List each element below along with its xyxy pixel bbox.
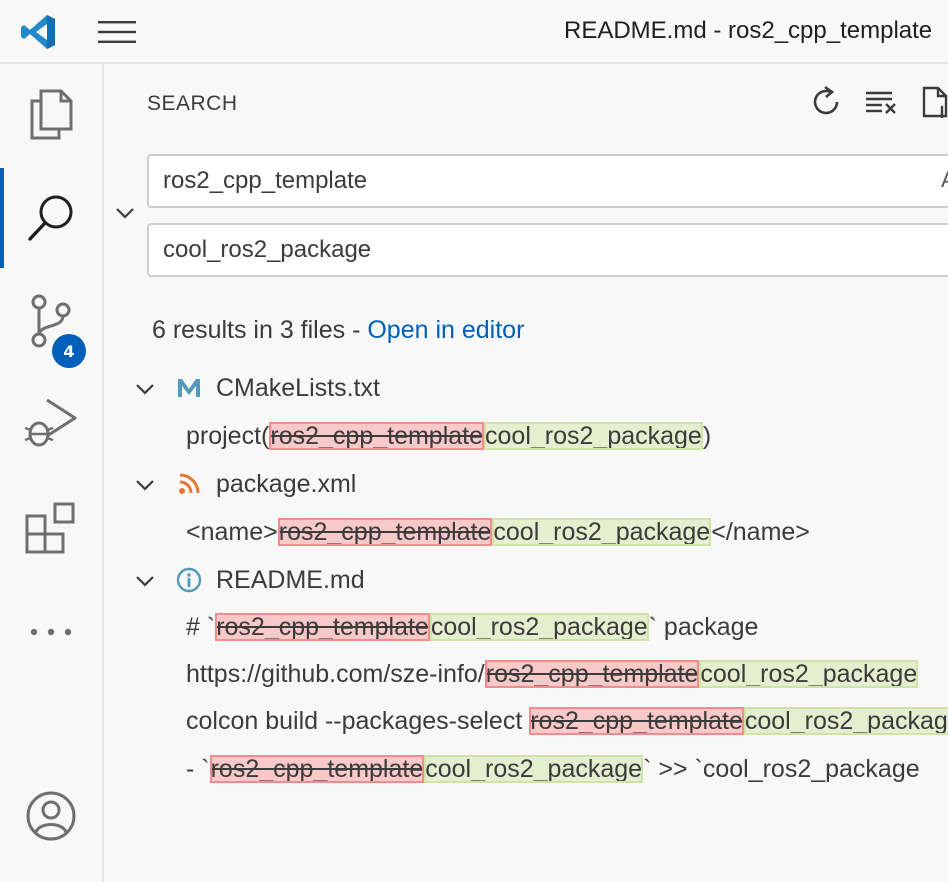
source-control-badge: 4 [52, 334, 86, 368]
result-count: 6 results in 3 files - [152, 316, 368, 344]
file-row-package-xml[interactable]: package.xml [104, 462, 948, 508]
activity-bar: 4 [0, 64, 104, 882]
inserted-text: cool_ros2_package [429, 613, 649, 641]
inserted-text: cool_ros2_package [699, 660, 919, 688]
removed-text: ros2_cpp_template [277, 518, 493, 546]
cmake-m-icon [176, 375, 202, 401]
chevron-down-icon[interactable] [134, 570, 156, 592]
inserted-text: cool_ros2_package [492, 518, 712, 546]
result-summary: 6 results in 3 files - Open in editor [152, 316, 524, 345]
match-row[interactable]: https://github.com/sze-info/ros2_cpp_tem… [104, 652, 948, 698]
info-icon [176, 567, 202, 593]
more-icon [30, 628, 72, 636]
extensions-icon [25, 502, 75, 554]
removed-text: ros2_cpp_template [484, 660, 700, 688]
inserted-text: cool_ros2_package [484, 422, 703, 450]
sidebar-title: SEARCH [147, 92, 238, 115]
removed-text: ros2_cpp_template [529, 707, 744, 735]
search-sidebar: SEARCH A 6 results in 3 files - Open in … [104, 64, 948, 882]
removed-text: ros2_cpp_template [269, 422, 485, 450]
account-icon [26, 791, 76, 841]
file-name: package.xml [216, 470, 357, 498]
match-row[interactable]: project(ros2_cpp_templatecool_ros2_packa… [104, 414, 948, 460]
match-row[interactable]: <name>ros2_cpp_templatecool_ros2_package… [104, 510, 948, 556]
inserted-text: cool_ros2_package [424, 755, 644, 783]
chevron-down-icon[interactable] [114, 202, 136, 224]
replace-field [147, 223, 948, 277]
rss-icon [176, 471, 202, 497]
file-row-cmakelists[interactable]: CMakeLists.txt [104, 366, 948, 412]
match-line: colcon build --packages-select ros2_cpp_… [186, 707, 948, 736]
new-search-editor-icon[interactable] [918, 84, 948, 120]
replace-input[interactable] [149, 225, 923, 275]
inserted-text: cool_ros2_package [743, 707, 948, 735]
run-debug-button[interactable] [0, 374, 102, 474]
file-name: CMakeLists.txt [216, 374, 380, 402]
accounts-button[interactable] [0, 766, 102, 866]
chevron-down-icon[interactable] [134, 378, 156, 400]
search-icon [28, 195, 73, 241]
menu-icon[interactable] [98, 20, 136, 44]
extensions-button[interactable] [0, 478, 102, 578]
title-bar: README.md - ros2_cpp_template [0, 0, 948, 64]
match-row[interactable]: - `ros2_cpp_templatecool_ros2_package` >… [104, 747, 948, 793]
match-line: # `ros2_cpp_templatecool_ros2_package` p… [186, 613, 759, 641]
clear-results-icon[interactable] [862, 84, 898, 120]
refresh-icon[interactable] [808, 84, 844, 120]
match-line: https://github.com/sze-info/ros2_cpp_tem… [186, 660, 919, 688]
removed-text: ros2_cpp_template [215, 613, 430, 641]
search-input[interactable] [149, 156, 923, 206]
match-line: - `ros2_cpp_templatecool_ros2_package` >… [186, 755, 920, 783]
search-field: A [147, 154, 948, 208]
explorer-button[interactable] [0, 64, 102, 164]
file-name: README.md [216, 566, 365, 594]
match-row[interactable]: # `ros2_cpp_templatecool_ros2_package` p… [104, 605, 948, 651]
run-debug-icon [24, 398, 77, 447]
open-in-editor-link[interactable]: Open in editor [367, 316, 524, 344]
removed-text: ros2_cpp_template [209, 755, 425, 783]
match-line: <name>ros2_cpp_templatecool_ros2_package… [186, 518, 810, 546]
match-line: project(ros2_cpp_templatecool_ros2_packa… [186, 422, 712, 450]
more-button[interactable] [0, 582, 102, 682]
window-title: README.md - ros2_cpp_template [564, 17, 933, 44]
source-control-button[interactable]: 4 [0, 272, 102, 372]
chevron-down-icon[interactable] [134, 474, 156, 496]
match-case-toggle[interactable]: A [941, 167, 948, 193]
vscode-logo-icon [21, 15, 55, 49]
files-icon [30, 89, 73, 140]
search-view-button[interactable] [0, 168, 102, 268]
file-row-readme[interactable]: README.md [104, 558, 948, 604]
match-row[interactable]: colcon build --packages-select ros2_cpp_… [104, 699, 948, 745]
